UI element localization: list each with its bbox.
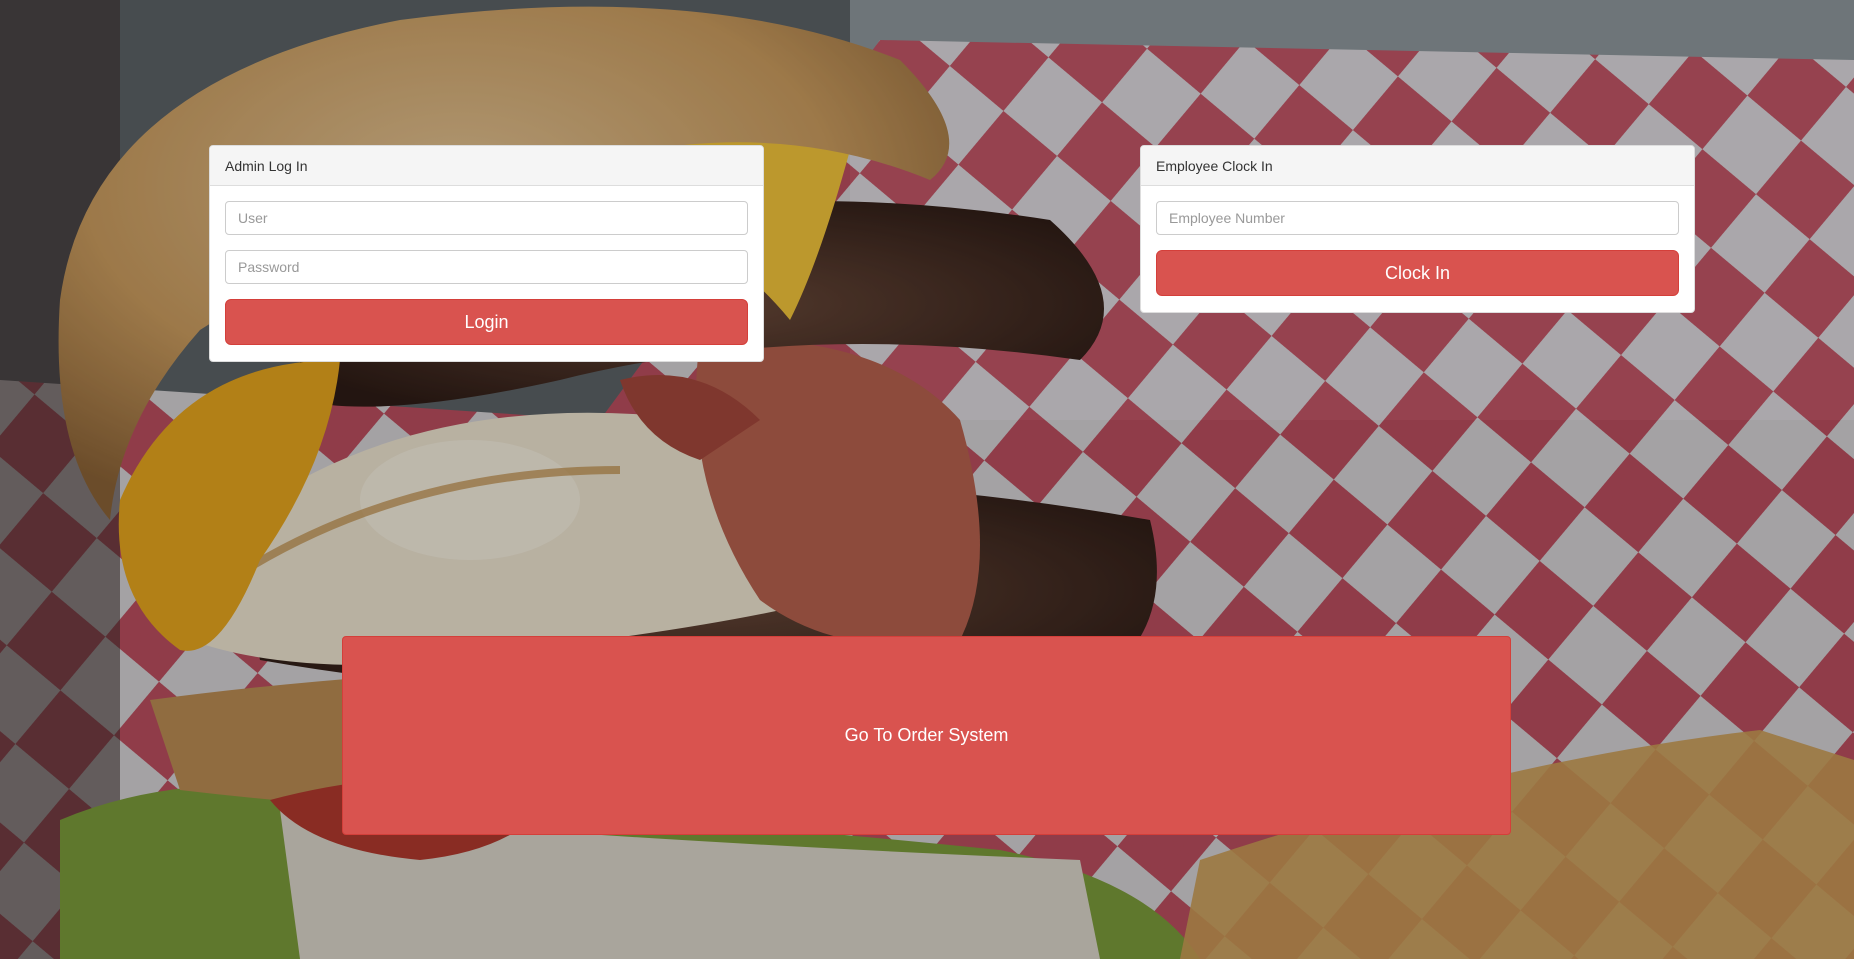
clock-in-button[interactable]: Clock In: [1156, 250, 1679, 296]
go-to-order-system-button[interactable]: Go To Order System: [342, 636, 1511, 835]
admin-login-heading: Admin Log In: [210, 146, 763, 186]
login-button[interactable]: Login: [225, 299, 748, 345]
employee-number-input[interactable]: [1156, 201, 1679, 235]
employee-clock-in-body: Clock In: [1141, 186, 1694, 311]
employee-clock-in-heading: Employee Clock In: [1141, 146, 1694, 186]
password-input[interactable]: [225, 250, 748, 284]
employee-clock-in-panel: Employee Clock In Clock In: [1140, 145, 1695, 313]
admin-login-body: Login: [210, 186, 763, 360]
admin-login-panel: Admin Log In Login: [209, 145, 764, 362]
user-input[interactable]: [225, 201, 748, 235]
